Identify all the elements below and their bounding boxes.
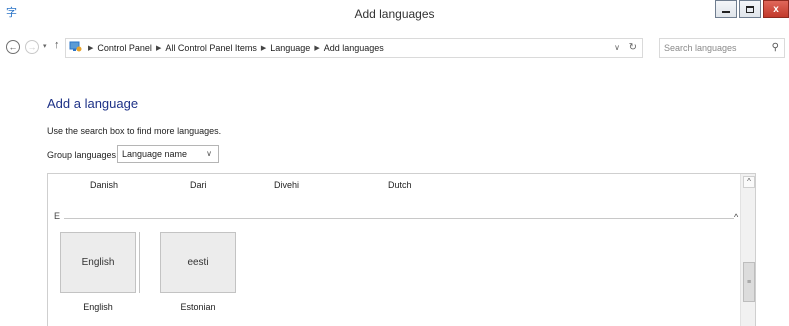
page-title: Add a language [47, 96, 139, 111]
maximize-icon [746, 5, 754, 13]
group-by-value: Language name [122, 149, 188, 159]
recent-locations-button[interactable]: ▾ [43, 42, 47, 50]
control-panel-icon [68, 40, 82, 56]
breadcrumb-language[interactable]: Language [270, 43, 310, 53]
breadcrumb-separator-icon[interactable]: ▶ [156, 44, 161, 52]
language-tile-english[interactable]: English [60, 232, 136, 293]
breadcrumb-separator-icon[interactable]: ▶ [261, 44, 266, 52]
window-title: Add languages [354, 7, 435, 21]
up-button[interactable]: ↑ [54, 39, 60, 51]
group-by-select[interactable]: Language name ∨ [117, 145, 219, 163]
address-bar[interactable]: ▶ Control Panel ▶ All Control Panel Item… [65, 38, 643, 58]
language-name-danish[interactable]: Danish [90, 180, 118, 190]
breadcrumb-control-panel[interactable]: Control Panel [97, 43, 152, 53]
scroll-thumb[interactable]: ≡ [743, 262, 755, 302]
group-divider [64, 218, 734, 219]
minimize-icon [722, 11, 730, 13]
instructions-text: Use the search box to find more language… [47, 126, 222, 136]
window-controls: x [713, 0, 789, 22]
language-name-dari[interactable]: Dari [190, 180, 207, 190]
language-caption-english: English [83, 302, 113, 312]
language-list: Danish Dari Divehi Dutch E ^ English Eng… [47, 173, 756, 326]
refresh-icon[interactable]: ↻ [629, 42, 637, 53]
collapse-group-icon[interactable]: ^ [734, 212, 738, 222]
chevron-down-icon: ∨ [206, 149, 212, 158]
address-dropdown-icon[interactable]: ∨ [614, 43, 620, 52]
minimize-button[interactable] [715, 0, 737, 18]
close-button[interactable]: x [763, 0, 789, 18]
language-tile-estonian[interactable]: eesti [160, 232, 236, 293]
back-button[interactable]: ← [6, 40, 20, 54]
breadcrumb-all-items[interactable]: All Control Panel Items [165, 43, 257, 53]
title-bar: 字 Add languages x [0, 0, 789, 30]
navigation-bar: ← → ▾ ↑ ▶ Control Panel ▶ All Control Pa… [0, 30, 789, 66]
language-caption-estonian: Estonian [180, 302, 216, 312]
group-header-e: E [54, 211, 61, 221]
language-name-divehi[interactable]: Divehi [274, 180, 299, 190]
breadcrumb-add-languages[interactable]: Add languages [324, 43, 384, 53]
breadcrumb-separator-icon[interactable]: ▶ [88, 44, 93, 52]
breadcrumb-separator-icon[interactable]: ▶ [314, 44, 319, 52]
scroll-up-button[interactable]: ^ [743, 176, 755, 188]
maximize-button[interactable] [739, 0, 761, 18]
vertical-scrollbar[interactable]: ^ ≡ [740, 174, 755, 326]
search-box[interactable]: ⚲ [659, 38, 785, 58]
search-icon[interactable]: ⚲ [772, 42, 779, 53]
forward-button[interactable]: → [25, 40, 39, 54]
language-name-dutch[interactable]: Dutch [388, 180, 412, 190]
search-input[interactable] [660, 39, 764, 57]
